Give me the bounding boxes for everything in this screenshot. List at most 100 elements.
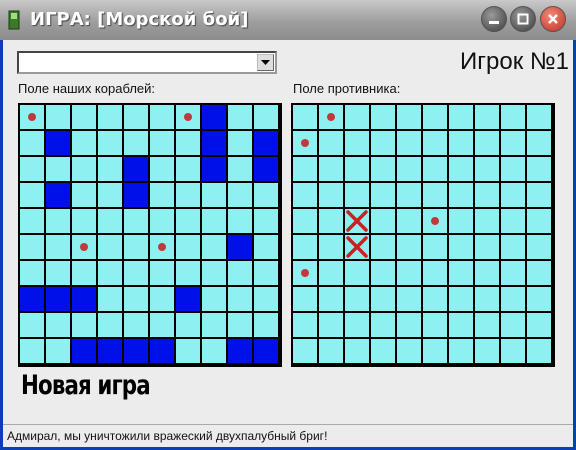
own-board-cell[interactable] (176, 105, 200, 129)
own-board-cell-ship[interactable] (124, 183, 148, 207)
own-board-cell[interactable] (254, 287, 278, 311)
own-board-cell-ship[interactable] (176, 287, 200, 311)
own-board-cell-ship[interactable] (228, 235, 252, 259)
enemy-board-cell[interactable] (293, 131, 317, 155)
enemy-board-cell[interactable] (475, 287, 499, 311)
enemy-board-cell[interactable] (527, 209, 551, 233)
enemy-board-cell[interactable] (475, 209, 499, 233)
own-board-cell-ship[interactable] (72, 287, 96, 311)
own-board-cell-ship[interactable] (46, 183, 70, 207)
own-board-cell[interactable] (98, 313, 122, 337)
own-board-cell[interactable] (150, 157, 174, 181)
own-board-cell[interactable] (46, 339, 70, 363)
own-board-cell[interactable] (202, 313, 226, 337)
own-board-cell[interactable] (202, 235, 226, 259)
enemy-board-cell[interactable] (319, 339, 343, 363)
enemy-board-cell[interactable] (397, 339, 421, 363)
enemy-board-cell[interactable] (423, 261, 447, 285)
enemy-board-cell[interactable] (397, 183, 421, 207)
enemy-board-cell[interactable] (423, 183, 447, 207)
own-board-cell-ship[interactable] (46, 287, 70, 311)
enemy-board-cell[interactable] (293, 157, 317, 181)
own-board-cell-ship[interactable] (202, 131, 226, 155)
own-board-cell[interactable] (46, 261, 70, 285)
enemy-board-cell[interactable] (345, 339, 369, 363)
own-board-cell[interactable] (228, 313, 252, 337)
own-board-cell[interactable] (20, 105, 44, 129)
own-board-cell[interactable] (98, 183, 122, 207)
enemy-board-cell[interactable] (371, 131, 395, 155)
own-board-cell[interactable] (20, 157, 44, 181)
enemy-board-cell[interactable] (397, 261, 421, 285)
enemy-board-cell[interactable] (501, 313, 525, 337)
own-board-cell-ship[interactable] (202, 105, 226, 129)
own-board-cell[interactable] (150, 131, 174, 155)
enemy-board-cell[interactable] (345, 183, 369, 207)
enemy-board-cell[interactable] (449, 261, 473, 285)
own-board-cell[interactable] (98, 209, 122, 233)
own-board-cell[interactable] (46, 235, 70, 259)
own-board-cell-ship[interactable] (20, 287, 44, 311)
own-board-cell[interactable] (124, 235, 148, 259)
own-board-cell[interactable] (202, 183, 226, 207)
enemy-board-cell[interactable] (527, 131, 551, 155)
enemy-board-cell[interactable] (345, 105, 369, 129)
enemy-board-cell[interactable] (475, 261, 499, 285)
own-board-cell[interactable] (150, 313, 174, 337)
enemy-board-cell[interactable] (423, 209, 447, 233)
own-board-cell-ship[interactable] (202, 157, 226, 181)
enemy-board-cell[interactable] (345, 131, 369, 155)
own-board-cell[interactable] (202, 209, 226, 233)
own-board-cell[interactable] (124, 131, 148, 155)
own-board-cell-ship[interactable] (254, 131, 278, 155)
minimize-button[interactable] (481, 6, 507, 32)
own-board-cell[interactable] (176, 339, 200, 363)
own-board-cell[interactable] (98, 287, 122, 311)
enemy-board-cell[interactable] (319, 157, 343, 181)
own-board-cell[interactable] (254, 235, 278, 259)
enemy-board-cell[interactable] (371, 339, 395, 363)
own-board-cell[interactable] (176, 183, 200, 207)
enemy-board-cell[interactable] (423, 339, 447, 363)
enemy-board-cell[interactable] (423, 287, 447, 311)
enemy-board-cell[interactable] (319, 313, 343, 337)
own-board-cell-ship[interactable] (254, 157, 278, 181)
enemy-board-cell[interactable] (527, 313, 551, 337)
enemy-board-cell[interactable] (293, 235, 317, 259)
enemy-board-cell[interactable] (475, 183, 499, 207)
own-board-cell[interactable] (176, 313, 200, 337)
own-board-cell[interactable] (98, 235, 122, 259)
enemy-board-cell[interactable] (345, 235, 369, 259)
own-board-cell[interactable] (20, 209, 44, 233)
enemy-board-cell[interactable] (397, 287, 421, 311)
enemy-board-cell[interactable] (397, 131, 421, 155)
own-board-cell[interactable] (202, 261, 226, 285)
enemy-board-cell[interactable] (397, 105, 421, 129)
own-board-cell[interactable] (150, 105, 174, 129)
enemy-board-cell[interactable] (475, 313, 499, 337)
enemy-board-cell[interactable] (475, 157, 499, 181)
own-board-cell[interactable] (124, 105, 148, 129)
own-board-cell[interactable] (228, 105, 252, 129)
enemy-board-cell[interactable] (371, 209, 395, 233)
enemy-board-cell[interactable] (527, 157, 551, 181)
enemy-board-cell[interactable] (397, 235, 421, 259)
own-board-cell[interactable] (150, 235, 174, 259)
own-board-cell[interactable] (228, 183, 252, 207)
enemy-board-cell[interactable] (449, 157, 473, 181)
enemy-board-cell[interactable] (449, 287, 473, 311)
own-board-cell[interactable] (150, 183, 174, 207)
enemy-board-cell[interactable] (449, 339, 473, 363)
own-board-cell[interactable] (20, 235, 44, 259)
own-board-cell[interactable] (176, 157, 200, 181)
enemy-board-cell[interactable] (345, 287, 369, 311)
player-select[interactable] (17, 51, 277, 74)
enemy-board-cell[interactable] (293, 183, 317, 207)
enemy-board-cell[interactable] (371, 105, 395, 129)
enemy-board-cell[interactable] (397, 313, 421, 337)
enemy-board-cell[interactable] (293, 209, 317, 233)
own-board-cell[interactable] (20, 313, 44, 337)
enemy-board-cell[interactable] (371, 157, 395, 181)
own-board-cell[interactable] (228, 157, 252, 181)
own-board-cell[interactable] (98, 157, 122, 181)
